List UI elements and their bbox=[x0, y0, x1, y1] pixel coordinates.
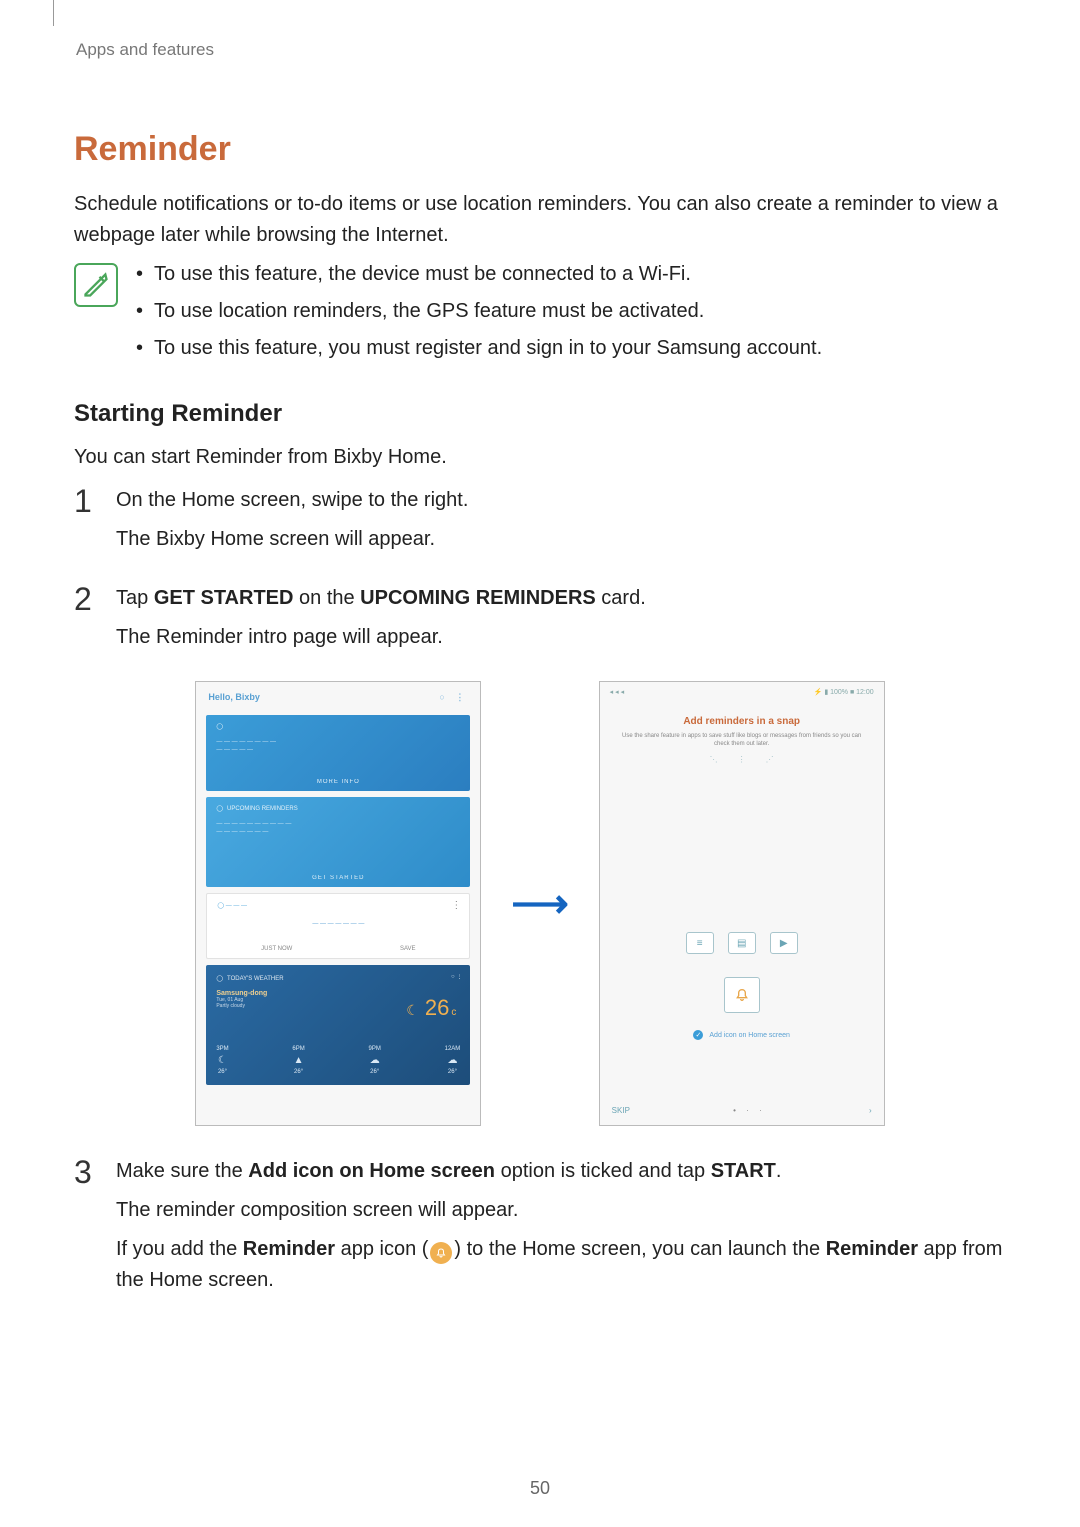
text: If you add the bbox=[116, 1238, 243, 1260]
figure-row: Hello, Bixby ○ ⋮ ◯ — — — — — — — — — — —… bbox=[74, 681, 1006, 1126]
pager-dots: • · · bbox=[733, 1106, 766, 1115]
reminder-app-tile bbox=[724, 977, 760, 1013]
intro-paragraph: Schedule notifications or to-do items or… bbox=[74, 189, 1006, 251]
note-list: To use this feature, the device must be … bbox=[136, 259, 1006, 370]
card-title: TODAY'S WEATHER bbox=[227, 976, 283, 982]
note-item: To use this feature, you must register a… bbox=[136, 333, 1006, 364]
upcoming-reminders-card: ◯ UPCOMING REMINDERS — — — — — — — — — —… bbox=[206, 797, 470, 887]
more-icon: ⋮ bbox=[451, 900, 461, 911]
subheading: Starting Reminder bbox=[74, 400, 1006, 428]
text-bold: GET STARTED bbox=[154, 587, 294, 609]
arrow-right-icon: ⟶ bbox=[511, 881, 568, 927]
get-started-button: GET STARTED bbox=[312, 875, 364, 881]
moon-icon: ☾ bbox=[406, 1002, 419, 1019]
tablet-bixby-home: Hello, Bixby ○ ⋮ ◯ — — — — — — — — — — —… bbox=[195, 681, 481, 1126]
section-title: Reminder bbox=[74, 130, 1006, 169]
step3-line2: The reminder composition screen will app… bbox=[116, 1195, 1006, 1226]
note-icon bbox=[74, 263, 118, 307]
weather-temp: ☾ 26c bbox=[406, 995, 456, 1021]
step-number: 2 bbox=[74, 583, 100, 615]
intro-desc: Use the share feature in apps to save st… bbox=[620, 733, 864, 749]
text: on the bbox=[293, 587, 360, 609]
next-icon: › bbox=[869, 1106, 872, 1115]
text-bold: Reminder bbox=[826, 1238, 918, 1260]
text: option is ticked and tap bbox=[495, 1160, 711, 1182]
header-icons: ○ ⋮ bbox=[439, 692, 468, 703]
text-bold: Reminder bbox=[243, 1238, 335, 1260]
app-tile-icon: ▶ bbox=[770, 932, 798, 954]
card-title: UPCOMING REMINDERS bbox=[227, 806, 298, 812]
bixby-greeting: Hello, Bixby bbox=[208, 692, 260, 703]
intro-apps: ≡ ▤ ▶ bbox=[600, 932, 884, 954]
app-tile-icon: ▤ bbox=[728, 932, 756, 954]
weather-card: ◯ TODAY'S WEATHER ○ ⋮ Samsung-dong Tue, … bbox=[206, 965, 470, 1085]
bixby-card: ◯ — — — ⋮ — — — — — — — JUST NOW SAVE bbox=[206, 893, 470, 959]
app-tile-icon: ≡ bbox=[686, 932, 714, 954]
text: app icon ( bbox=[335, 1238, 428, 1260]
skip-button: SKIP bbox=[612, 1106, 630, 1115]
step3-line3: If you add the Reminder app icon ( ) to … bbox=[116, 1234, 1006, 1296]
text: card. bbox=[596, 587, 646, 609]
text: ) to the Home screen, you can launch the bbox=[454, 1238, 825, 1260]
status-right: ⚡ ▮ 100% ■ 12:00 bbox=[814, 688, 874, 696]
check-icon: ✓ bbox=[693, 1030, 703, 1040]
step2-line2: The Reminder intro page will appear. bbox=[116, 622, 1006, 653]
text: Tap bbox=[116, 587, 154, 609]
page-number: 50 bbox=[0, 1478, 1080, 1499]
breadcrumb: Apps and features bbox=[76, 40, 1006, 60]
subintro: You can start Reminder from Bixby Home. bbox=[74, 442, 1006, 473]
intro-title: Add reminders in a snap bbox=[600, 716, 884, 727]
step-number: 3 bbox=[74, 1156, 100, 1188]
step2-line1: Tap GET STARTED on the UPCOMING REMINDER… bbox=[116, 583, 1006, 614]
text: . bbox=[776, 1160, 782, 1182]
tablet-reminder-intro: ◂ ◂ ◂ ⚡ ▮ 100% ■ 12:00 Add reminders in … bbox=[599, 681, 885, 1126]
text-bold: UPCOMING REMINDERS bbox=[360, 587, 596, 609]
note-item: To use this feature, the device must be … bbox=[136, 259, 1006, 290]
step-number: 1 bbox=[74, 485, 100, 517]
text-bold: START bbox=[711, 1160, 776, 1182]
text: Make sure the bbox=[116, 1160, 248, 1182]
label: JUST NOW bbox=[261, 946, 292, 952]
checkbox-label: Add icon on Home screen bbox=[709, 1032, 790, 1039]
card-button: MORE INFO bbox=[317, 779, 360, 785]
step1-line2: The Bixby Home screen will appear. bbox=[116, 524, 1006, 555]
add-icon-checkbox: ✓ Add icon on Home screen bbox=[600, 1030, 884, 1040]
label: SAVE bbox=[400, 946, 416, 952]
status-icons: ◂ ◂ ◂ bbox=[610, 688, 624, 696]
reminder-app-icon bbox=[430, 1242, 452, 1264]
bixby-card: ◯ — — — — — — — — — — — — — MORE INFO bbox=[206, 715, 470, 791]
step1-line1: On the Home screen, swipe to the right. bbox=[116, 485, 1006, 516]
text-bold: Add icon on Home screen bbox=[248, 1160, 495, 1182]
note-item: To use location reminders, the GPS featu… bbox=[136, 296, 1006, 327]
step3-line1: Make sure the Add icon on Home screen op… bbox=[116, 1156, 1006, 1187]
